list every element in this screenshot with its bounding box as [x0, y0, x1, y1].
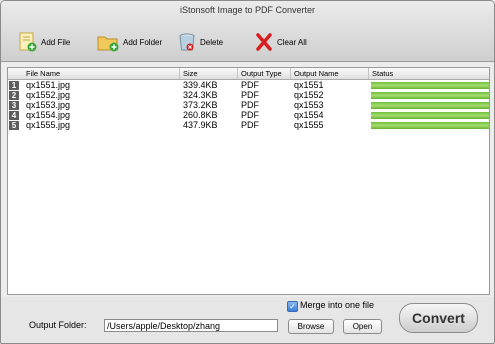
add-folder-icon — [97, 36, 119, 52]
convert-button[interactable]: Convert — [399, 303, 478, 333]
output-name-cell: qx1551 — [294, 80, 324, 90]
output-type-cell: PDF — [241, 100, 259, 110]
size-cell: 437.9KB — [183, 120, 218, 130]
table-row[interactable]: 5 qx1555.jpg 437.9KB PDF qx1555 — [8, 120, 489, 131]
size-cell: 373.2KB — [183, 100, 218, 110]
add-file-icon — [19, 32, 37, 52]
size-cell: 260.8KB — [183, 110, 218, 120]
column-divider — [179, 68, 180, 79]
open-button[interactable]: Open — [343, 319, 382, 334]
output-type-cell: PDF — [241, 110, 259, 120]
merge-label[interactable]: Merge into one file — [300, 300, 374, 310]
output-name-cell: qx1555 — [294, 120, 324, 130]
window-title: iStonsoft Image to PDF Converter — [179, 5, 316, 15]
browse-button[interactable]: Browse — [288, 319, 334, 334]
add-folder-label: Add Folder — [123, 37, 163, 47]
file-name-cell: qx1553.jpg — [26, 100, 71, 110]
merge-checkbox[interactable]: ✓ — [287, 301, 298, 312]
status-progress-bar — [371, 102, 489, 109]
column-header-output-name[interactable]: Output Name — [294, 69, 339, 78]
app-window: iStonsoft Image to PDF Converter Add Fil… — [0, 0, 495, 344]
file-name-cell: qx1551.jpg — [26, 80, 71, 90]
file-name-cell: qx1555.jpg — [26, 120, 71, 130]
output-folder-label: Output Folder: — [29, 320, 87, 330]
size-cell: 324.3KB — [183, 90, 218, 100]
row-number: 4 — [9, 111, 19, 120]
output-type-cell: PDF — [241, 80, 259, 90]
column-header-file-name[interactable]: File Name — [26, 69, 60, 78]
row-number: 5 — [9, 121, 19, 130]
column-divider — [368, 68, 369, 79]
file-name-cell: qx1552.jpg — [26, 90, 71, 100]
output-name-cell: qx1554 — [294, 110, 324, 120]
title-toolbar-area: iStonsoft Image to PDF Converter Add Fil… — [1, 1, 494, 62]
file-list-header: File Name Size Output Type Output Name S… — [8, 68, 489, 80]
output-folder-field[interactable]: /Users/apple/Desktop/zhang — [104, 319, 278, 332]
file-list[interactable]: File Name Size Output Type Output Name S… — [7, 67, 490, 295]
status-progress-bar — [371, 82, 489, 89]
row-number: 3 — [9, 101, 19, 110]
row-number: 2 — [9, 91, 19, 100]
add-file-label: Add File — [41, 37, 71, 47]
delete-button[interactable]: Delete — [178, 29, 223, 55]
trash-icon — [179, 33, 195, 51]
size-cell: 339.4KB — [183, 80, 218, 90]
output-type-cell: PDF — [241, 120, 259, 130]
add-folder-button[interactable]: Add Folder — [97, 29, 162, 55]
status-progress-bar — [371, 122, 489, 129]
clear-all-label: Clear All — [277, 37, 307, 47]
column-header-size[interactable]: Size — [183, 69, 198, 78]
add-file-button[interactable]: Add File — [19, 29, 70, 55]
output-name-cell: qx1553 — [294, 100, 324, 110]
column-header-status[interactable]: Status — [372, 69, 393, 78]
row-number: 1 — [9, 81, 19, 90]
clear-all-button[interactable]: Clear All — [255, 29, 307, 55]
file-name-cell: qx1554.jpg — [26, 110, 71, 120]
column-header-output-type[interactable]: Output Type — [241, 69, 282, 78]
status-progress-bar — [371, 112, 489, 119]
column-divider — [290, 68, 291, 79]
output-type-cell: PDF — [241, 90, 259, 100]
column-divider — [237, 68, 238, 79]
status-progress-bar — [371, 92, 489, 99]
output-name-cell: qx1552 — [294, 90, 324, 100]
clear-x-icon — [256, 33, 272, 51]
delete-label: Delete — [200, 37, 224, 47]
